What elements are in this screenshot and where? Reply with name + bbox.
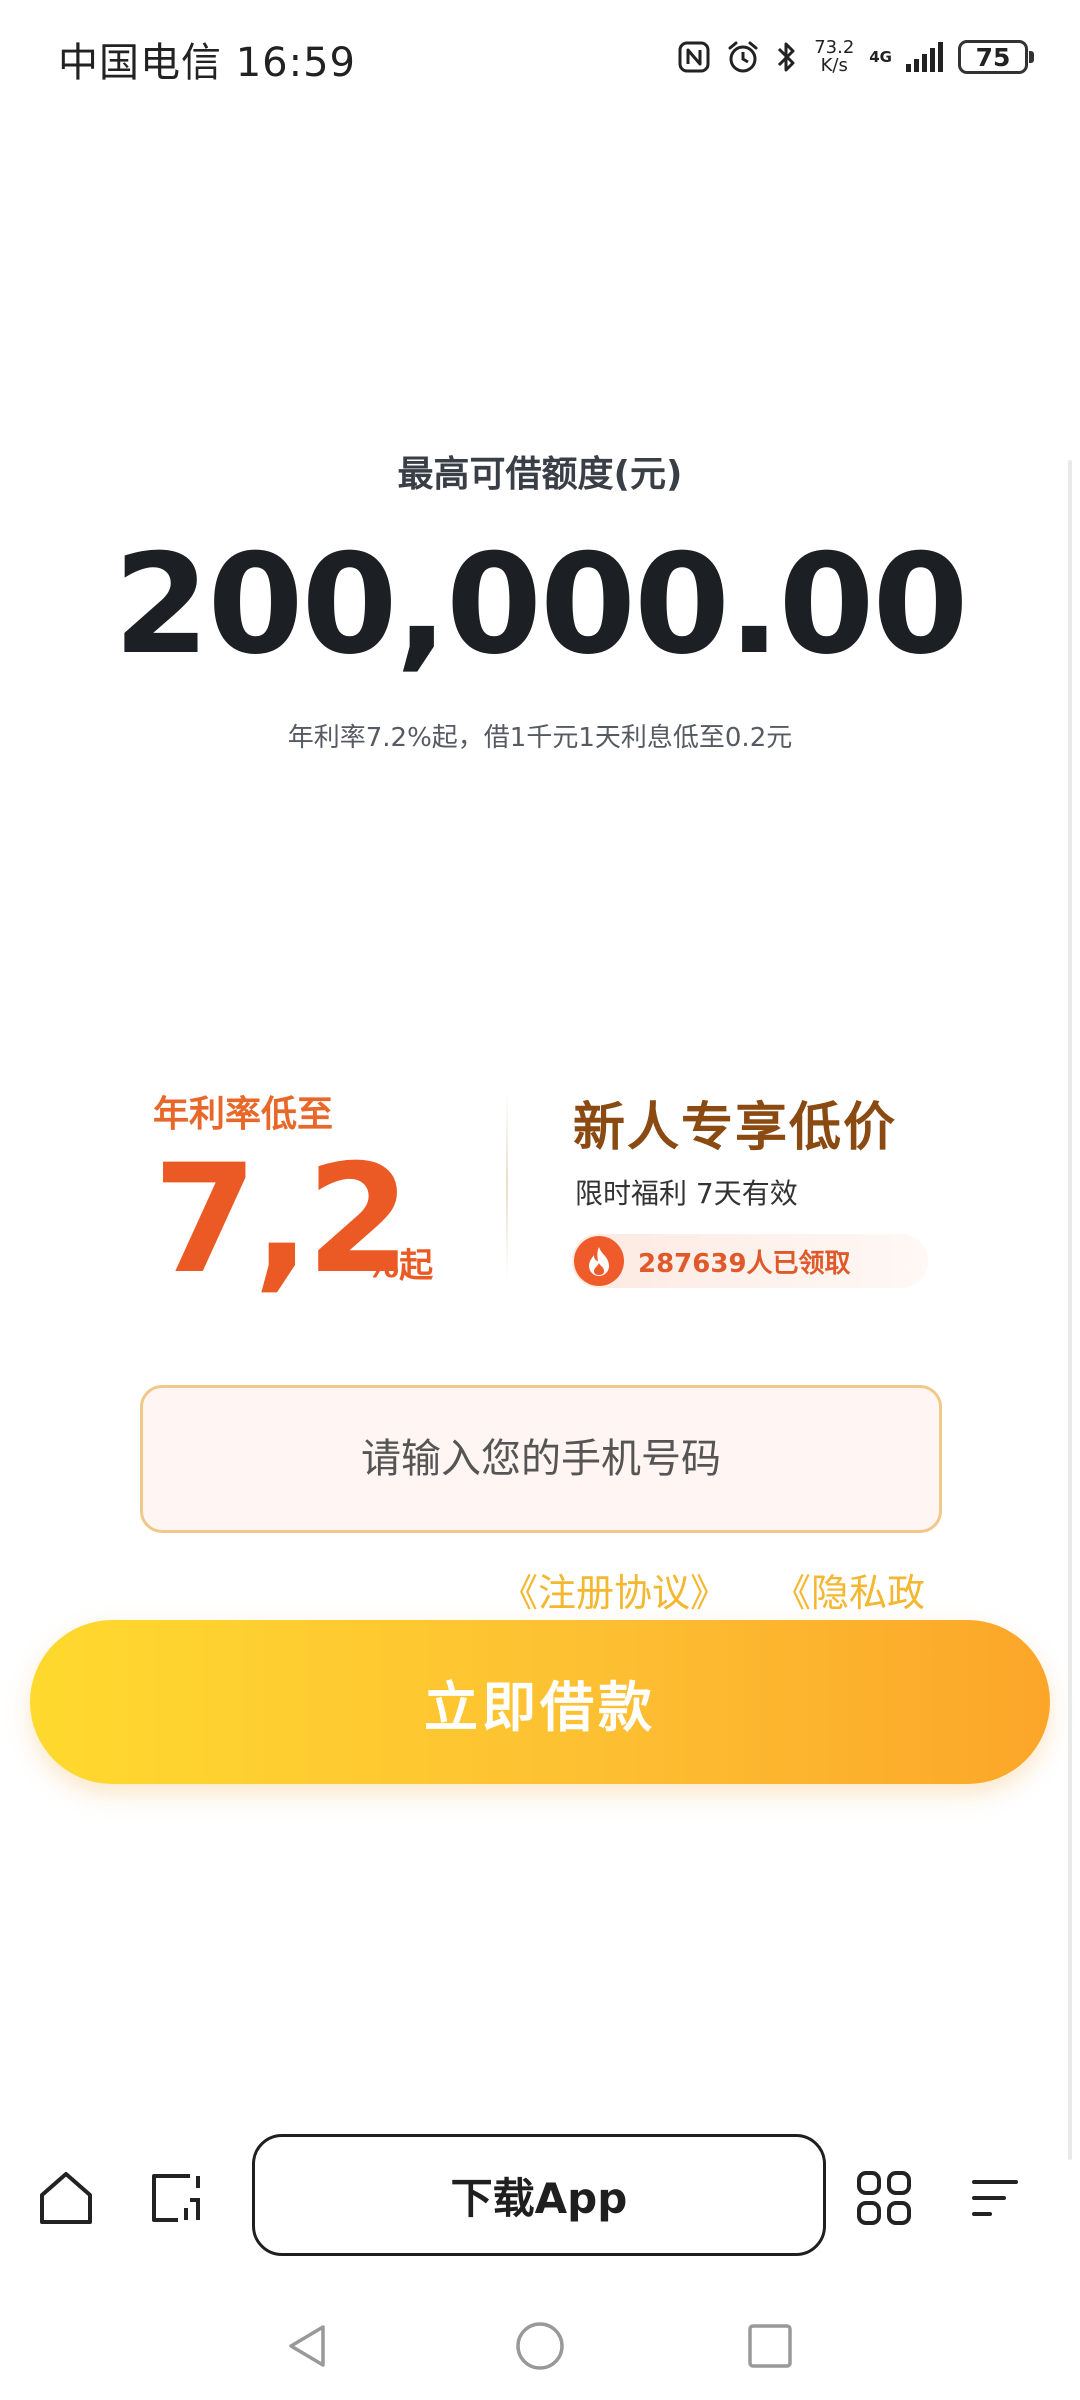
home-circle-icon bbox=[513, 2319, 567, 2377]
download-app-button[interactable]: 下载App bbox=[252, 2134, 826, 2256]
claim-count-badge: 287639人已领取 bbox=[572, 1234, 928, 1288]
system-home-button[interactable] bbox=[510, 2318, 570, 2378]
apps-button[interactable] bbox=[852, 2168, 916, 2232]
promo-title: 新人专享低价 bbox=[573, 1098, 898, 1158]
promo-divider bbox=[506, 1090, 508, 1280]
network-type: 4G bbox=[869, 48, 892, 66]
signal-icon bbox=[906, 42, 944, 72]
fire-icon bbox=[574, 1236, 624, 1286]
interest-rate-description: 年利率7.2%起，借1千元1天利息低至0.2元 bbox=[287, 723, 793, 753]
menu-button[interactable] bbox=[962, 2168, 1026, 2232]
battery-indicator: 75 bbox=[958, 40, 1034, 74]
tabs-button[interactable] bbox=[144, 2168, 208, 2232]
borrow-now-button[interactable]: 立即借款 bbox=[30, 1620, 1050, 1784]
network-speed-unit: K/s bbox=[820, 55, 848, 76]
home-icon bbox=[36, 2168, 96, 2232]
promo-subtitle: 限时福利 7天有效 bbox=[575, 1177, 798, 1210]
network-speed: 73.2 K/s bbox=[813, 39, 855, 75]
status-icons: 73.2 K/s 4G 75 bbox=[677, 32, 1034, 82]
credit-limit-label: 最高可借额度(元) bbox=[397, 454, 683, 495]
scrollbar[interactable] bbox=[1068, 460, 1072, 2160]
back-triangle-icon bbox=[283, 2321, 333, 2375]
register-agreement-link[interactable]: 《注册协议》 bbox=[500, 1562, 728, 1617]
carrier-time: 中国电信 16:59 bbox=[58, 40, 356, 86]
rate-label: 年利率低至 bbox=[153, 1094, 334, 1135]
credit-limit-amount: 200,000.00 bbox=[113, 524, 968, 685]
nfc-icon bbox=[677, 40, 711, 74]
menu-icon bbox=[964, 2168, 1024, 2232]
bluetooth-icon bbox=[775, 39, 799, 75]
claim-count-text: 287639人已领取 bbox=[638, 1248, 851, 1279]
recents-square-icon bbox=[745, 2321, 795, 2375]
privacy-policy-link[interactable]: 《隐私政 bbox=[773, 1562, 925, 1617]
alarm-icon bbox=[725, 39, 761, 75]
phone-number-input[interactable] bbox=[140, 1385, 942, 1533]
home-button[interactable] bbox=[34, 2168, 98, 2232]
status-bar: 中国电信 16:59 73.2 K/s 4G 75 bbox=[0, 0, 1080, 120]
system-recents-button[interactable] bbox=[740, 2318, 800, 2378]
apps-grid-icon bbox=[854, 2168, 914, 2232]
tabs-icon bbox=[146, 2168, 206, 2232]
rate-suffix: %起 bbox=[365, 1246, 434, 1286]
system-back-button[interactable] bbox=[278, 2318, 338, 2378]
